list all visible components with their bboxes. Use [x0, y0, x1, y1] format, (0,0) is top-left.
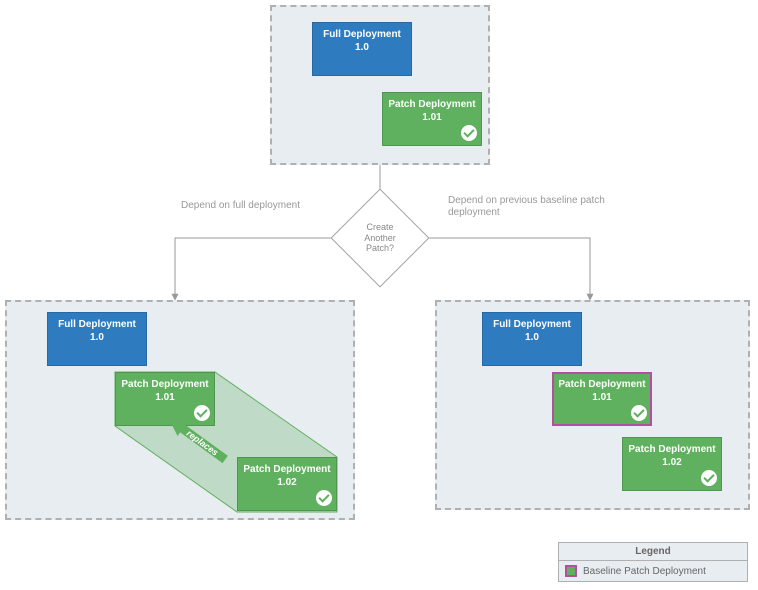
node-full-top: Full Deployment 1.0: [312, 22, 412, 76]
legend-swatch-baseline: [565, 565, 577, 577]
node-full-left: Full Deployment 1.0: [47, 312, 147, 366]
node-version: 1.01: [120, 392, 210, 405]
edge-label-left: Depend on full deployment: [130, 200, 300, 212]
node-label: Full Deployment: [52, 319, 142, 332]
node-label: Full Deployment: [487, 319, 577, 332]
node-label: Patch Deployment: [120, 379, 210, 392]
left-panel: Full Deployment 1.0 Patch Deployment 1.0…: [5, 300, 355, 520]
check-icon: [461, 125, 477, 141]
legend-title: Legend: [559, 543, 747, 561]
edge-label-right: Depend on previous baseline patch deploy…: [448, 195, 648, 219]
node-label: Patch Deployment: [242, 464, 332, 477]
check-icon: [631, 405, 647, 421]
node-version: 1.0: [487, 332, 577, 345]
node-patch1-left: Patch Deployment 1.01: [115, 372, 215, 426]
node-full-right: Full Deployment 1.0: [482, 312, 582, 366]
node-patch2-right: Patch Deployment 1.02: [622, 437, 722, 491]
node-label: Patch Deployment: [557, 379, 647, 392]
check-icon: [701, 470, 717, 486]
node-patch1-right-baseline: Patch Deployment 1.01: [552, 372, 652, 426]
node-label: Patch Deployment: [387, 99, 477, 112]
node-version: 1.01: [557, 392, 647, 405]
node-version: 1.02: [242, 477, 332, 490]
node-version: 1.0: [317, 42, 407, 55]
check-icon: [316, 490, 332, 506]
right-panel: Full Deployment 1.0 Patch Deployment 1.0…: [435, 300, 750, 510]
legend-row: Baseline Patch Deployment: [559, 561, 747, 581]
node-patch-top: Patch Deployment 1.01: [382, 92, 482, 146]
legend-item-label: Baseline Patch Deployment: [583, 566, 706, 577]
node-label: Patch Deployment: [627, 444, 717, 457]
top-panel: Full Deployment 1.0 Patch Deployment 1.0…: [270, 5, 490, 165]
node-label: Full Deployment: [317, 29, 407, 42]
decision-text: Create Another Patch?: [345, 203, 415, 273]
node-patch2-left: Patch Deployment 1.02: [237, 457, 337, 511]
node-version: 1.02: [627, 457, 717, 470]
decision-diamond: Create Another Patch?: [345, 203, 415, 273]
legend: Legend Baseline Patch Deployment: [558, 542, 748, 582]
check-icon: [194, 405, 210, 421]
node-version: 1.0: [52, 332, 142, 345]
node-version: 1.01: [387, 112, 477, 125]
